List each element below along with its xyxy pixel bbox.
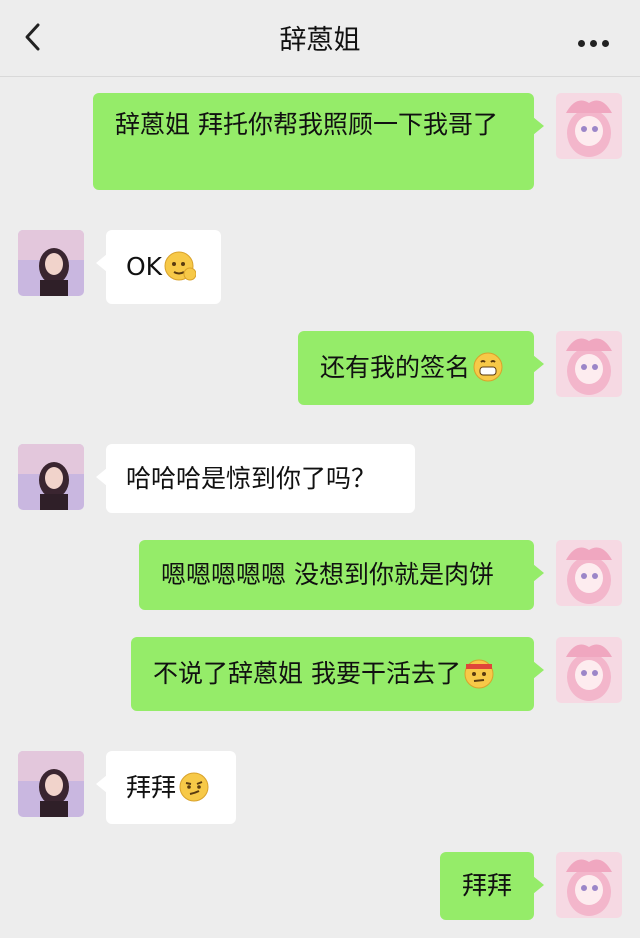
message-bubble-sent[interactable]: 嗯嗯嗯嗯嗯 没想到你就是肉饼	[139, 540, 544, 610]
my-avatar[interactable]	[556, 331, 622, 397]
message-text: 嗯嗯嗯嗯嗯 没想到你就是肉饼	[161, 560, 494, 589]
message-text: 还有我的签名	[320, 353, 471, 382]
message-text: 拜拜	[126, 773, 177, 802]
chat-header: 辞蒽姐	[0, 0, 640, 77]
message-text: 哈哈哈是惊到你了吗？	[126, 464, 377, 493]
message-bubble-sent[interactable]: 还有我的签名	[298, 331, 544, 405]
headband-emoji	[463, 657, 495, 689]
message-bubble-received[interactable]: 拜拜	[96, 751, 236, 824]
message-text: 拜拜	[462, 871, 513, 900]
message-bubble-received[interactable]: 哈哈哈是惊到你了吗？	[96, 444, 415, 513]
message-bubble-sent[interactable]: 辞蒽姐 拜托你帮我照顾一下我哥了	[93, 93, 544, 190]
ok-hand-face-emoji	[164, 250, 197, 282]
message-bubble-sent[interactable]: 拜拜	[440, 852, 544, 920]
message-text: OK	[126, 252, 163, 281]
ellipsis-icon[interactable]	[578, 32, 614, 47]
my-avatar[interactable]	[556, 852, 622, 918]
contact-avatar[interactable]	[18, 230, 84, 296]
message-text: 不说了辞蒽姐 我要干活去了	[153, 659, 461, 688]
message-text: 辞蒽姐 拜托你帮我照顾一下我哥了	[115, 110, 498, 139]
grin-emoji	[472, 351, 504, 383]
smirk-emoji	[178, 771, 210, 803]
message-bubble-received[interactable]: OK	[96, 230, 221, 304]
contact-avatar[interactable]	[18, 751, 84, 817]
my-avatar[interactable]	[556, 637, 622, 703]
my-avatar[interactable]	[556, 93, 622, 159]
contact-avatar[interactable]	[18, 444, 84, 510]
message-bubble-sent[interactable]: 不说了辞蒽姐 我要干活去了	[131, 637, 544, 711]
chat-title: 辞蒽姐	[279, 25, 361, 56]
my-avatar[interactable]	[556, 540, 622, 606]
